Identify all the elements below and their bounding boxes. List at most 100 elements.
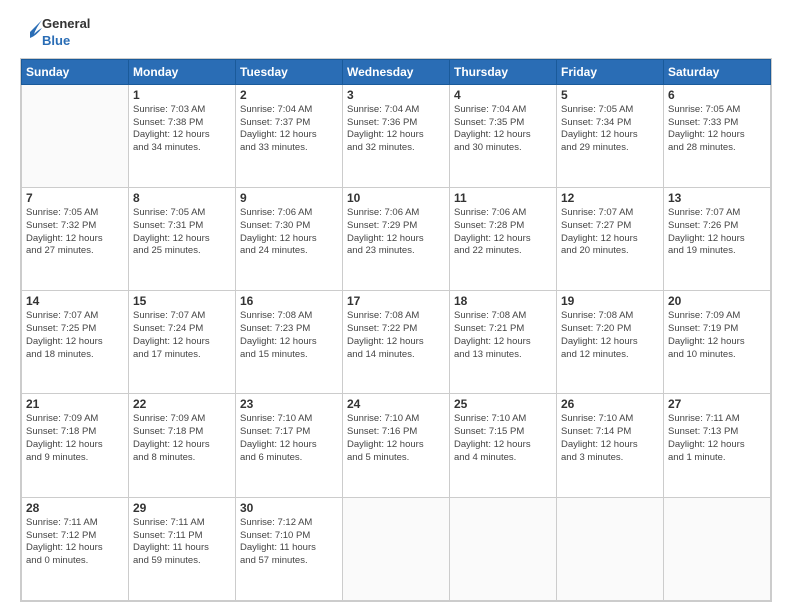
table-row: 15 Sunrise: 7:07 AM Sunset: 7:24 PM Dayli… [129, 291, 236, 394]
table-row: 30 Sunrise: 7:12 AM Sunset: 7:10 PM Dayli… [236, 497, 343, 600]
table-row: 17Sunrise: 7:08 AM Sunset: 7:22 PM Dayli… [343, 291, 450, 394]
day-number: 10 [347, 191, 445, 205]
table-row: 28 Sunrise: 7:11 AM Sunset: 7:12 PM Dayli… [22, 497, 129, 600]
table-row: 19 Sunrise: 7:08 AM Sunset: 7:20 PM Dayli… [557, 291, 664, 394]
day-info: Sunrise: 7:07 AM Sunset: 7:26 PM Dayligh… [668, 207, 766, 258]
logo-container: General Blue [20, 16, 90, 50]
table-row: 9 Sunrise: 7:06 AM Sunset: 7:30 PM Daylig… [236, 188, 343, 291]
table-row: 5Sunrise: 7:05 AM Sunset: 7:34 PM Daylig… [557, 84, 664, 187]
calendar-week-2: 7 Sunrise: 7:05 AM Sunset: 7:32 PM Daylig… [22, 188, 771, 291]
day-number: 24 [347, 397, 445, 411]
table-row: 24 Sunrise: 7:10 AM Sunset: 7:16 PM Dayli… [343, 394, 450, 497]
weekday-friday: Friday [557, 59, 664, 84]
calendar-week-3: 14Sunrise: 7:07 AM Sunset: 7:25 PM Dayli… [22, 291, 771, 394]
calendar-week-5: 28 Sunrise: 7:11 AM Sunset: 7:12 PM Dayli… [22, 497, 771, 600]
day-info: Sunrise: 7:06 AM Sunset: 7:28 PM Dayligh… [454, 207, 552, 258]
day-info: Sunrise: 7:11 AM Sunset: 7:12 PM Dayligh… [26, 517, 124, 568]
table-row: 14Sunrise: 7:07 AM Sunset: 7:25 PM Dayli… [22, 291, 129, 394]
table-row: 29 Sunrise: 7:11 AM Sunset: 7:11 PM Dayli… [129, 497, 236, 600]
day-number: 25 [454, 397, 552, 411]
day-number: 22 [133, 397, 231, 411]
day-number: 26 [561, 397, 659, 411]
day-number: 7 [26, 191, 124, 205]
day-info: Sunrise: 7:10 AM Sunset: 7:17 PM Dayligh… [240, 413, 338, 464]
table-row: 20Sunrise: 7:09 AM Sunset: 7:19 PM Dayli… [664, 291, 771, 394]
table-row: 11Sunrise: 7:06 AM Sunset: 7:28 PM Dayli… [450, 188, 557, 291]
day-info: Sunrise: 7:08 AM Sunset: 7:23 PM Dayligh… [240, 310, 338, 361]
table-row: 8 Sunrise: 7:05 AM Sunset: 7:31 PM Daylig… [129, 188, 236, 291]
day-info: Sunrise: 7:04 AM Sunset: 7:37 PM Dayligh… [240, 104, 338, 155]
table-row: 12 Sunrise: 7:07 AM Sunset: 7:27 PM Dayli… [557, 188, 664, 291]
day-info: Sunrise: 7:07 AM Sunset: 7:24 PM Dayligh… [133, 310, 231, 361]
table-row: 7 Sunrise: 7:05 AM Sunset: 7:32 PM Daylig… [22, 188, 129, 291]
day-info: Sunrise: 7:04 AM Sunset: 7:36 PM Dayligh… [347, 104, 445, 155]
logo-bird-icon [20, 18, 42, 48]
day-info: Sunrise: 7:08 AM Sunset: 7:21 PM Dayligh… [454, 310, 552, 361]
day-info: Sunrise: 7:03 AM Sunset: 7:38 PM Dayligh… [133, 104, 231, 155]
day-info: Sunrise: 7:05 AM Sunset: 7:31 PM Dayligh… [133, 207, 231, 258]
table-row: 25 Sunrise: 7:10 AM Sunset: 7:15 PM Dayli… [450, 394, 557, 497]
day-info: Sunrise: 7:05 AM Sunset: 7:32 PM Dayligh… [26, 207, 124, 258]
table-row: 21 Sunrise: 7:09 AM Sunset: 7:18 PM Dayli… [22, 394, 129, 497]
day-number: 28 [26, 501, 124, 515]
day-info: Sunrise: 7:07 AM Sunset: 7:25 PM Dayligh… [26, 310, 124, 361]
table-row: 10Sunrise: 7:06 AM Sunset: 7:29 PM Dayli… [343, 188, 450, 291]
table-row: 22 Sunrise: 7:09 AM Sunset: 7:18 PM Dayli… [129, 394, 236, 497]
day-info: Sunrise: 7:08 AM Sunset: 7:20 PM Dayligh… [561, 310, 659, 361]
day-number: 13 [668, 191, 766, 205]
day-number: 8 [133, 191, 231, 205]
day-info: Sunrise: 7:06 AM Sunset: 7:30 PM Dayligh… [240, 207, 338, 258]
weekday-header-row: SundayMondayTuesdayWednesdayThursdayFrid… [22, 59, 771, 84]
logo: General Blue [20, 16, 90, 50]
day-info: Sunrise: 7:10 AM Sunset: 7:15 PM Dayligh… [454, 413, 552, 464]
day-number: 2 [240, 88, 338, 102]
calendar-week-4: 21 Sunrise: 7:09 AM Sunset: 7:18 PM Dayli… [22, 394, 771, 497]
day-number: 15 [133, 294, 231, 308]
table-row: 4Sunrise: 7:04 AM Sunset: 7:35 PM Daylig… [450, 84, 557, 187]
day-number: 30 [240, 501, 338, 515]
table-row [557, 497, 664, 600]
day-info: Sunrise: 7:10 AM Sunset: 7:14 PM Dayligh… [561, 413, 659, 464]
day-number: 1 [133, 88, 231, 102]
table-row: 23 Sunrise: 7:10 AM Sunset: 7:17 PM Dayli… [236, 394, 343, 497]
table-row [664, 497, 771, 600]
table-row [450, 497, 557, 600]
table-row: 13 Sunrise: 7:07 AM Sunset: 7:26 PM Dayli… [664, 188, 771, 291]
day-number: 21 [26, 397, 124, 411]
day-number: 27 [668, 397, 766, 411]
day-info: Sunrise: 7:11 AM Sunset: 7:13 PM Dayligh… [668, 413, 766, 464]
day-number: 19 [561, 294, 659, 308]
day-number: 29 [133, 501, 231, 515]
table-row: 1 Sunrise: 7:03 AM Sunset: 7:38 PM Daylig… [129, 84, 236, 187]
header: General Blue [20, 16, 772, 50]
table-row: 26 Sunrise: 7:10 AM Sunset: 7:14 PM Dayli… [557, 394, 664, 497]
day-number: 17 [347, 294, 445, 308]
weekday-saturday: Saturday [664, 59, 771, 84]
day-info: Sunrise: 7:10 AM Sunset: 7:16 PM Dayligh… [347, 413, 445, 464]
weekday-thursday: Thursday [450, 59, 557, 84]
day-number: 23 [240, 397, 338, 411]
day-number: 4 [454, 88, 552, 102]
weekday-tuesday: Tuesday [236, 59, 343, 84]
table-row: 27 Sunrise: 7:11 AM Sunset: 7:13 PM Dayli… [664, 394, 771, 497]
weekday-wednesday: Wednesday [343, 59, 450, 84]
day-number: 9 [240, 191, 338, 205]
day-number: 12 [561, 191, 659, 205]
table-row: 18Sunrise: 7:08 AM Sunset: 7:21 PM Dayli… [450, 291, 557, 394]
table-row [22, 84, 129, 187]
table-row: 6Sunrise: 7:05 AM Sunset: 7:33 PM Daylig… [664, 84, 771, 187]
day-number: 16 [240, 294, 338, 308]
day-info: Sunrise: 7:05 AM Sunset: 7:33 PM Dayligh… [668, 104, 766, 155]
day-info: Sunrise: 7:12 AM Sunset: 7:10 PM Dayligh… [240, 517, 338, 568]
day-number: 20 [668, 294, 766, 308]
weekday-monday: Monday [129, 59, 236, 84]
day-info: Sunrise: 7:11 AM Sunset: 7:11 PM Dayligh… [133, 517, 231, 568]
table-row: 16 Sunrise: 7:08 AM Sunset: 7:23 PM Dayli… [236, 291, 343, 394]
weekday-sunday: Sunday [22, 59, 129, 84]
day-info: Sunrise: 7:07 AM Sunset: 7:27 PM Dayligh… [561, 207, 659, 258]
day-info: Sunrise: 7:09 AM Sunset: 7:18 PM Dayligh… [133, 413, 231, 464]
table-row: 3Sunrise: 7:04 AM Sunset: 7:36 PM Daylig… [343, 84, 450, 187]
logo-text: General Blue [42, 16, 90, 50]
calendar-week-1: 1 Sunrise: 7:03 AM Sunset: 7:38 PM Daylig… [22, 84, 771, 187]
day-info: Sunrise: 7:09 AM Sunset: 7:18 PM Dayligh… [26, 413, 124, 464]
